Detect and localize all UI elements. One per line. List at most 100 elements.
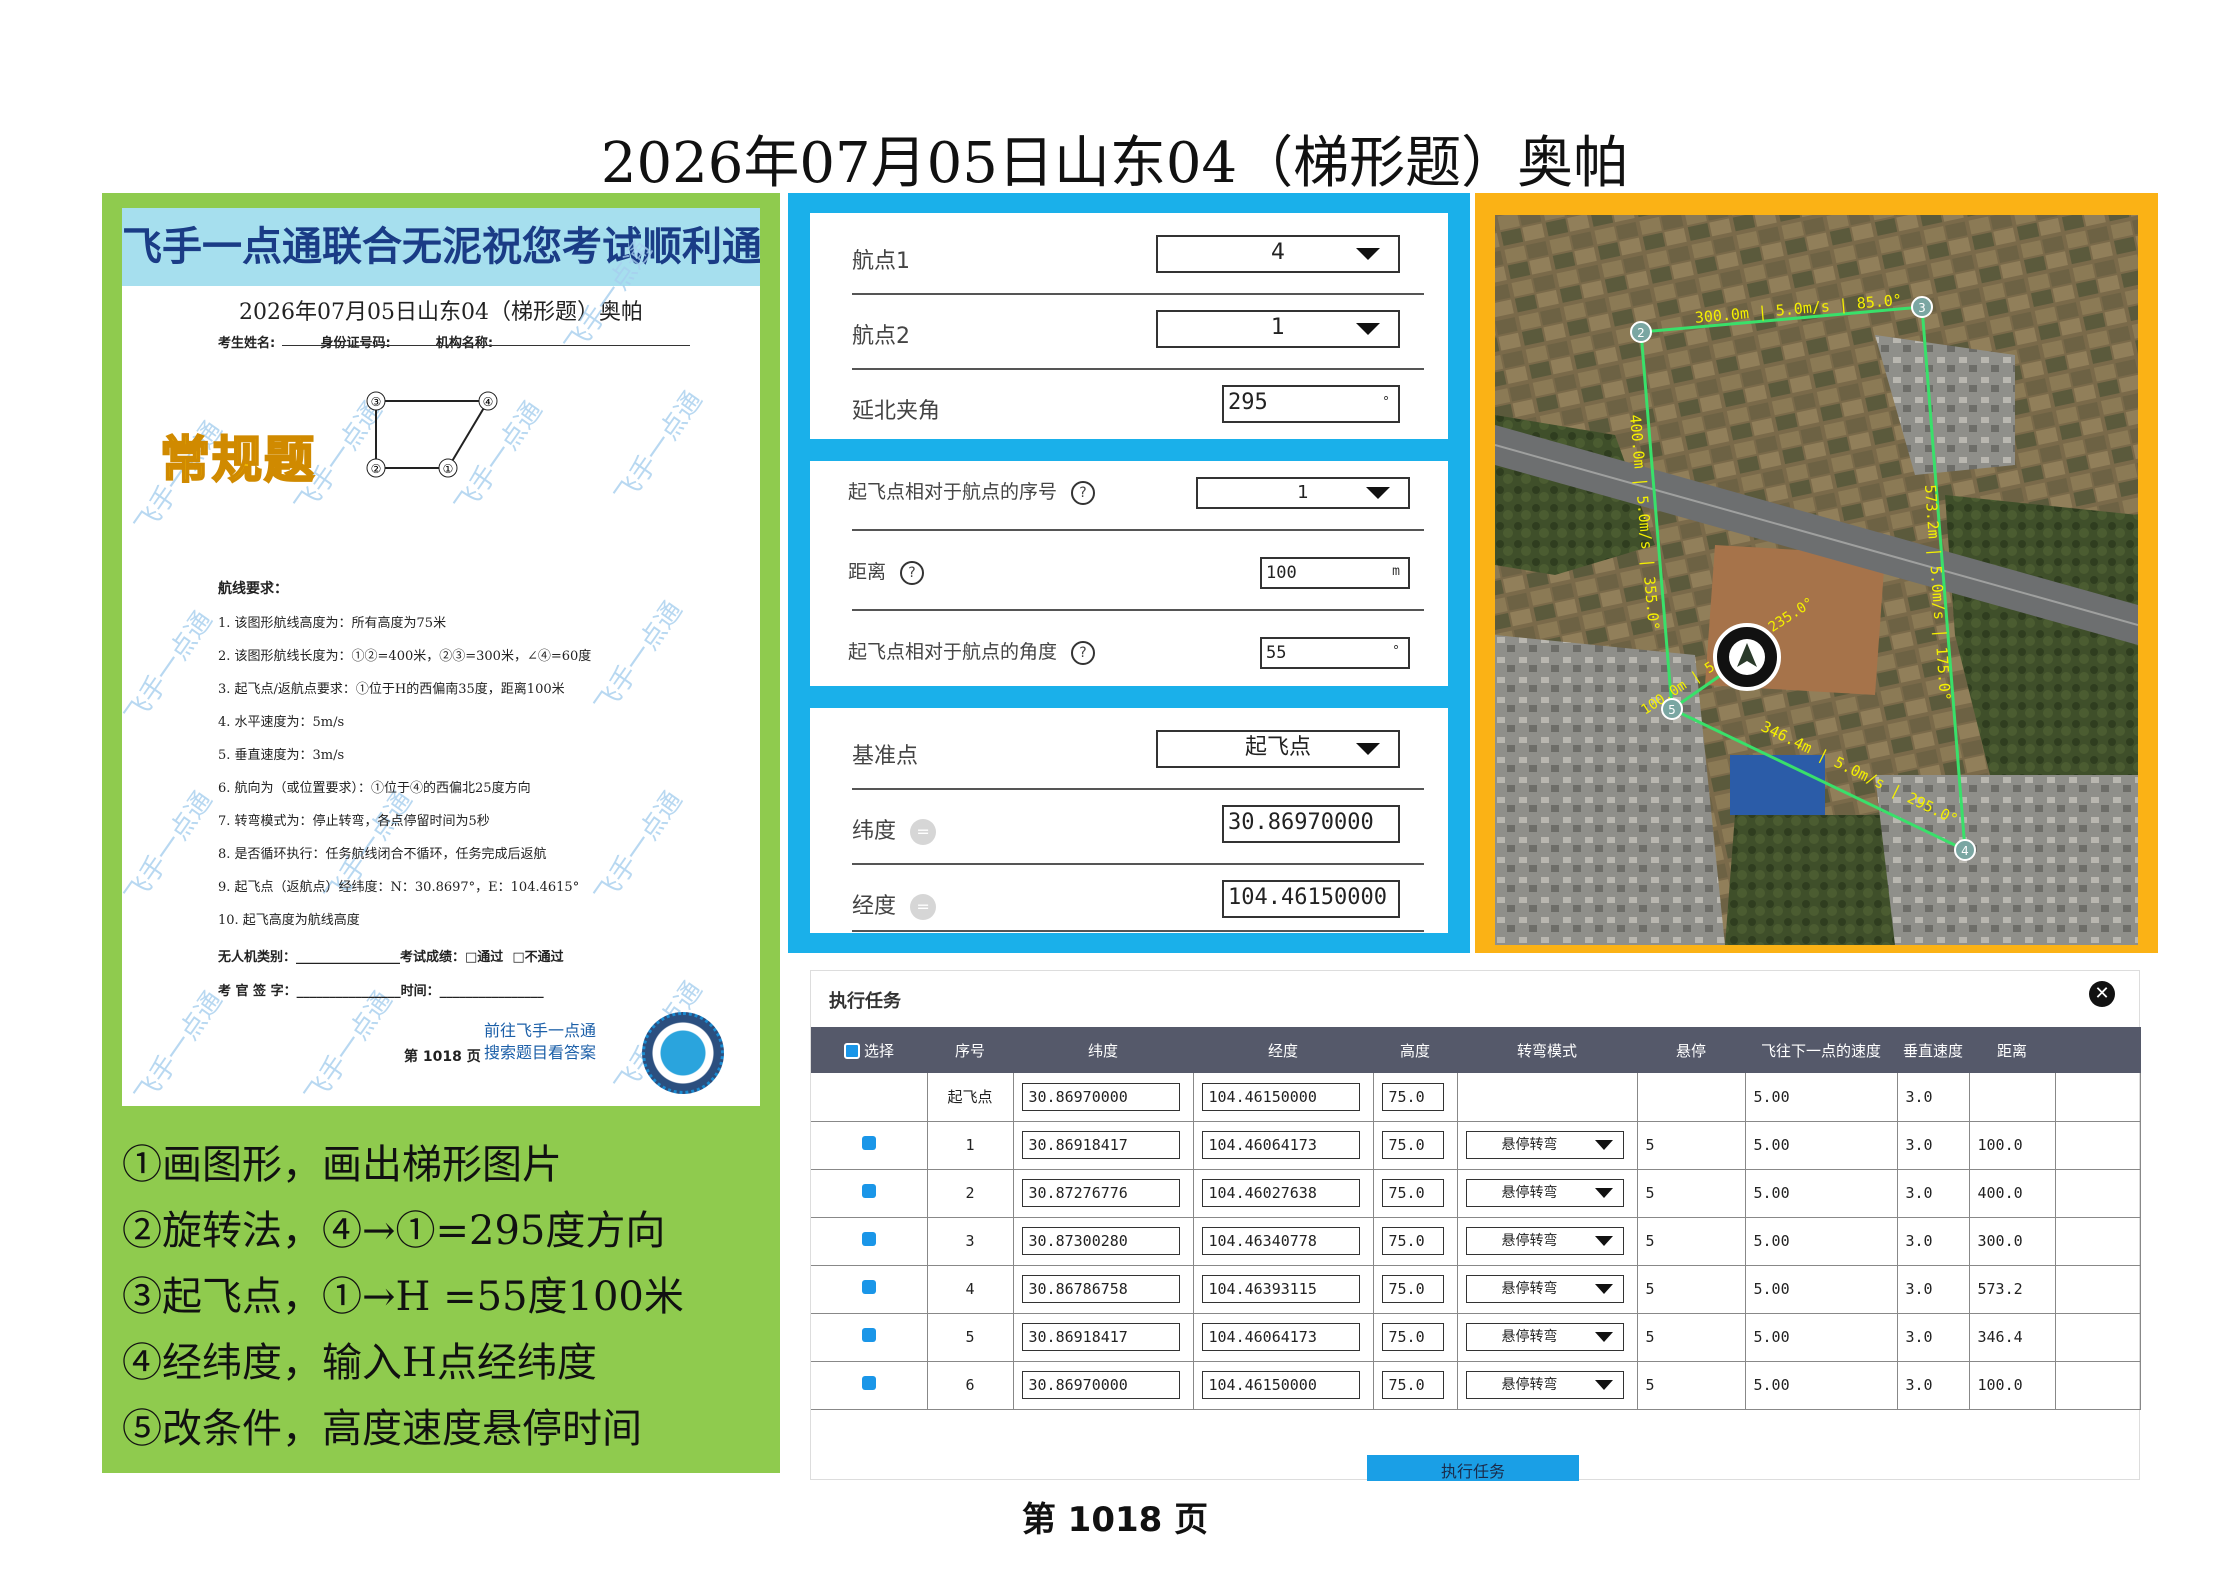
waypoint-label: 2 (1637, 326, 1645, 340)
waypoint1-value: 4 (1271, 240, 1285, 265)
sheet-info-underline (282, 345, 690, 346)
uav-category-line: 无人机类别：________________考试成绩：□通过 □不通过 (218, 950, 564, 965)
row-checkbox[interactable] (861, 1136, 876, 1150)
lon-input[interactable]: 104.46150000 (1201, 1082, 1360, 1111)
cell-lat: 30.86786758 (1013, 1265, 1194, 1314)
turn-mode-value: 悬停转弯 (1501, 1377, 1558, 1393)
alt-input[interactable]: 75.0 (1381, 1131, 1444, 1159)
lon-input[interactable]: 104.46150000 (1201, 1371, 1360, 1399)
lon-input[interactable]: 104.46393115 (1201, 1275, 1360, 1303)
lat-input[interactable]: 30.86918417 (1021, 1131, 1180, 1159)
waypoint1-select[interactable]: 4 (1156, 235, 1400, 273)
close-icon[interactable]: ✕ (2089, 981, 2115, 1007)
regular-question-badge: 常规题 (159, 430, 316, 490)
help-icon[interactable]: ? (1071, 640, 1096, 665)
cell-distance: 100.0 (1969, 1361, 2056, 1410)
takeoff-card: 起飞点相对于航点的序号? 1 距离? 100 m 起飞点相对于航点的角度? 55… (810, 461, 1448, 686)
alt-input[interactable]: 75.0 (1381, 1227, 1444, 1255)
alt-input[interactable]: 75.0 (1381, 1323, 1444, 1351)
cell-alt: 75.0 (1373, 1169, 1458, 1218)
equals-icon[interactable]: = (910, 894, 937, 920)
header-label: 飞往下一点的速度 (1745, 1027, 1897, 1073)
select-all-checkbox[interactable] (843, 1043, 860, 1059)
takeoff-seq-row: 起飞点相对于航点的序号? (848, 477, 1096, 505)
chevron-down-icon (1594, 1140, 1613, 1150)
table-row: 4 30.86786758 104.46393115 75.0 悬停转弯 5 5.00 3.0… (811, 1265, 2141, 1314)
header-label: 悬停 (1637, 1027, 1745, 1073)
reference-point-select[interactable]: 起飞点 (1156, 730, 1400, 768)
north-angle-input[interactable]: 295 ° (1222, 385, 1400, 423)
cell-speed: 5.00 (1745, 1217, 1898, 1266)
table-header: 选择 序号 纬度 经度 高度 转弯模式 悬停 飞往下一点的速度 垂直速度 距离 (811, 1027, 2141, 1073)
turn-mode-select[interactable]: 悬停转弯 (1465, 1323, 1624, 1351)
help-icon[interactable]: ? (900, 560, 925, 585)
takeoff-seq-select[interactable]: 1 (1196, 477, 1410, 509)
cell-select (811, 1313, 928, 1362)
cell-select (811, 1121, 928, 1170)
turn-mode-select[interactable]: 悬停转弯 (1465, 1227, 1624, 1255)
empty-cell (2055, 1073, 2141, 1122)
cell-alt: 75.0 (1373, 1121, 1458, 1170)
lat-input[interactable]: 30.86970000 (1021, 1082, 1180, 1111)
waypoint-marker[interactable]: 4 (1954, 839, 1976, 861)
latitude-input[interactable]: 30.86970000 (1222, 805, 1400, 843)
waypoint-marker[interactable]: 5 (1661, 698, 1683, 720)
lon-input[interactable]: 104.46064173 (1201, 1131, 1360, 1159)
turn-mode-select[interactable]: 悬停转弯 (1465, 1275, 1624, 1303)
turn-mode-select[interactable]: 悬停转弯 (1465, 1179, 1624, 1207)
takeoff-marker-icon[interactable] (1713, 623, 1781, 691)
map-canvas[interactable]: 300.0m | 5.0m/s | 85.0° 400.0m | 5.0m/s … (1495, 215, 2138, 945)
turn-mode-select[interactable]: 悬停转弯 (1465, 1371, 1624, 1399)
waypoint2-select[interactable]: 1 (1156, 310, 1400, 348)
alt-input[interactable]: 75.0 (1381, 1179, 1444, 1207)
diagram-label: ④ (483, 395, 494, 409)
cell-lon: 104.46064173 (1193, 1313, 1374, 1362)
execute-task-button[interactable]: 执行任务 (1367, 1455, 1579, 1481)
waypoint2-value: 1 (1271, 315, 1285, 340)
divider (852, 930, 1424, 932)
turn-mode-value: 悬停转弯 (1501, 1281, 1558, 1297)
longitude-input[interactable]: 104.46150000 (1222, 880, 1400, 918)
alt-input[interactable]: 75.0 (1381, 1275, 1444, 1303)
row-checkbox[interactable] (861, 1184, 876, 1198)
header-select[interactable]: 选择 (811, 1027, 927, 1073)
chevron-down-icon (1366, 487, 1390, 499)
cell-alt: 75.0 (1373, 1313, 1458, 1362)
waypoint-marker[interactable]: 2 (1630, 321, 1652, 343)
empty-cell (1637, 1073, 1746, 1122)
alt-input[interactable]: 75.0 (1381, 1082, 1444, 1111)
waypoint-marker[interactable]: 3 (1911, 296, 1933, 318)
takeoff-angle-input[interactable]: 55 ° (1260, 637, 1410, 669)
lon-input[interactable]: 104.46340778 (1201, 1227, 1360, 1255)
help-icon[interactable]: ? (1071, 480, 1096, 505)
distance-input[interactable]: 100 m (1260, 557, 1410, 589)
lat-input[interactable]: 30.86786758 (1021, 1275, 1180, 1303)
turn-mode-value: 悬停转弯 (1501, 1233, 1558, 1249)
trapezoid-diagram: ③ ④ ② ① (366, 391, 498, 478)
row-checkbox[interactable] (861, 1376, 876, 1390)
turn-mode-select[interactable]: 悬停转弯 (1465, 1131, 1624, 1159)
lon-input[interactable]: 104.46064173 (1201, 1323, 1360, 1351)
cell-lon: 104.46340778 (1193, 1217, 1374, 1266)
lat-input[interactable]: 30.87276776 (1021, 1179, 1180, 1207)
alt-input[interactable]: 75.0 (1381, 1371, 1444, 1399)
cell-seq: 起飞点 (927, 1073, 1014, 1122)
step-item: ③起飞点，①→H =55度100米 (122, 1274, 684, 1320)
equals-icon[interactable]: = (910, 819, 937, 845)
chevron-down-icon (1356, 248, 1380, 260)
waypoint1-label: 航点1 (852, 249, 910, 274)
empty-cell (1457, 1073, 1638, 1122)
satellite-map[interactable]: 300.0m | 5.0m/s | 85.0° 400.0m | 5.0m/s … (1495, 215, 2138, 945)
row-checkbox[interactable] (861, 1280, 876, 1294)
divider (852, 788, 1424, 790)
empty-cell (2055, 1265, 2141, 1314)
lat-input[interactable]: 30.86970000 (1021, 1371, 1180, 1399)
table-row: 1 30.86918417 104.46064173 75.0 悬停转弯 5 5.00 3.0… (811, 1121, 2141, 1170)
lat-input[interactable]: 30.86918417 (1021, 1323, 1180, 1351)
cell-lat: 30.86970000 (1013, 1073, 1194, 1122)
lon-input[interactable]: 104.46027638 (1201, 1179, 1360, 1207)
row-checkbox[interactable] (861, 1328, 876, 1342)
row-checkbox[interactable] (861, 1232, 876, 1246)
chevron-down-icon (1594, 1236, 1613, 1246)
lat-input[interactable]: 30.87300280 (1021, 1227, 1180, 1255)
